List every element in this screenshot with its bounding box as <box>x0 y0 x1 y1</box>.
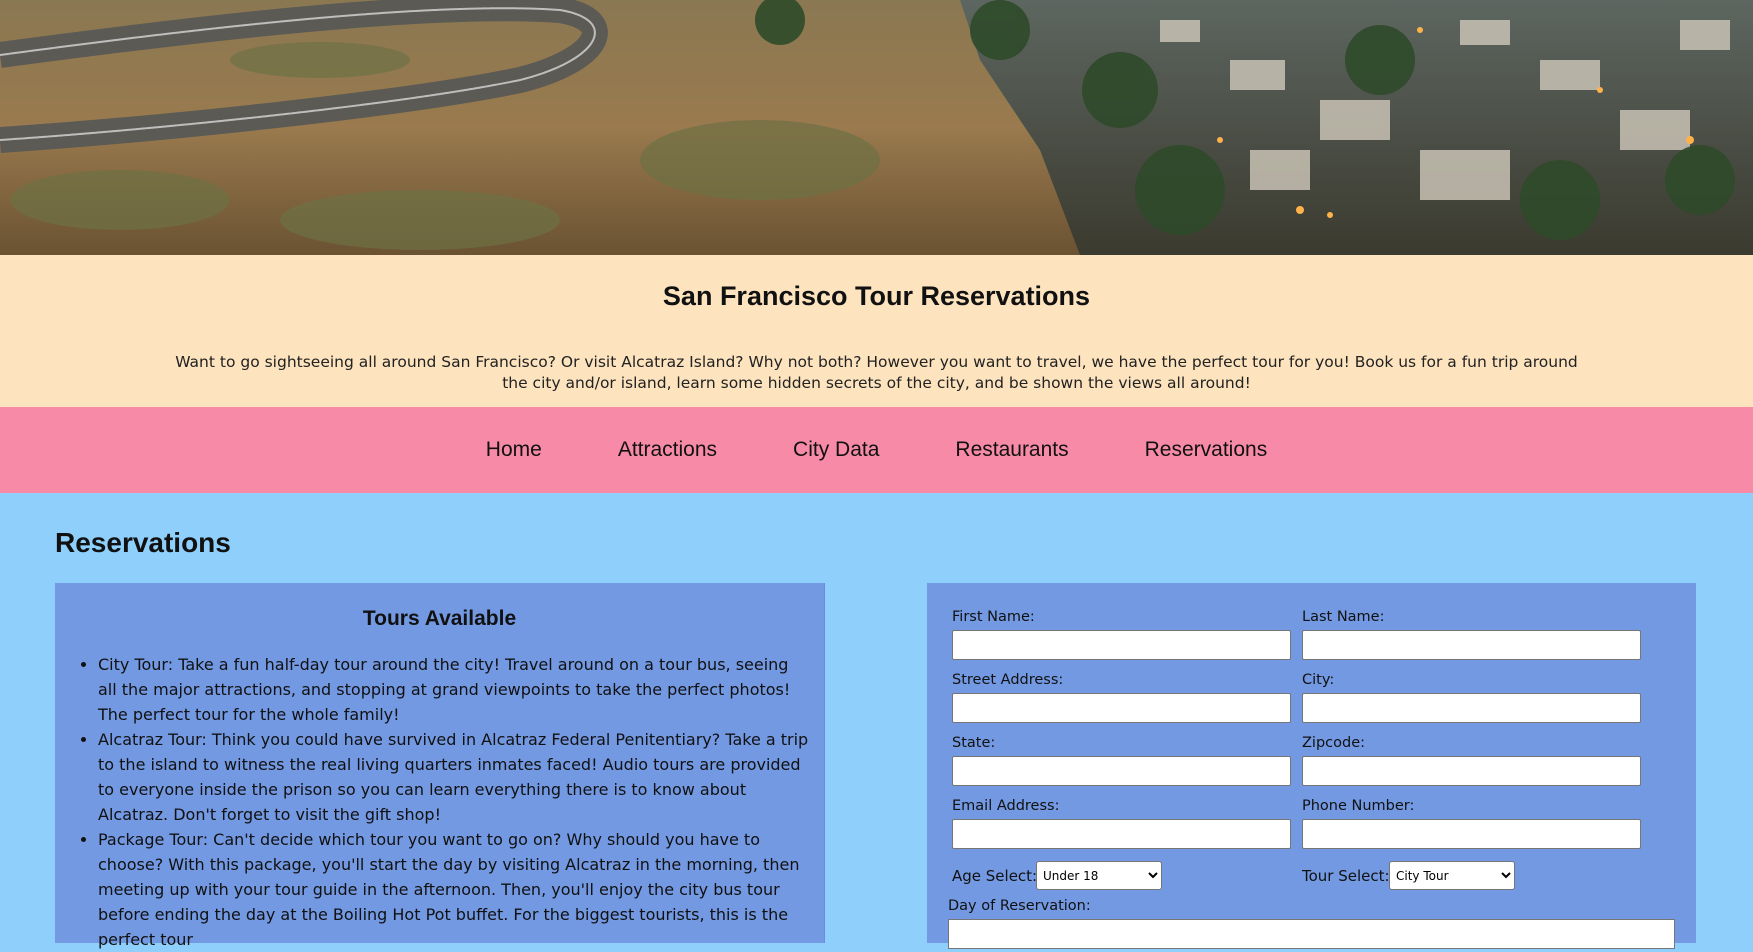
site-intro: Want to go sightseeing all around San Fr… <box>175 352 1578 392</box>
last-name-input[interactable] <box>1302 630 1641 660</box>
nav-reservations[interactable]: Reservations <box>1107 438 1306 462</box>
street-address-input[interactable] <box>952 693 1291 723</box>
tour-item-city: City Tour: Take a fun half-day tour arou… <box>98 652 812 727</box>
phone-label: Phone Number: <box>1302 798 1415 814</box>
zipcode-input[interactable] <box>1302 756 1641 786</box>
tour-select-label: Tour Select: <box>1302 867 1390 885</box>
first-name-label: First Name: <box>952 609 1035 625</box>
city-input[interactable] <box>1302 693 1641 723</box>
city-label: City: <box>1302 672 1335 688</box>
age-select-label: Age Select: <box>952 867 1038 885</box>
hero-illustration <box>0 0 1753 255</box>
tour-item-package: Package Tour: Can't decide which tour yo… <box>98 827 812 952</box>
site-header: San Francisco Tour Reservations Want to … <box>0 255 1753 407</box>
last-name-label: Last Name: <box>1302 609 1385 625</box>
tours-title: Tours Available <box>362 607 517 630</box>
nav-restaurants[interactable]: Restaurants <box>917 438 1106 462</box>
day-of-reservation-label: Day of Reservation: <box>948 898 1091 914</box>
street-address-label: Street Address: <box>952 672 1064 688</box>
age-select[interactable]: Under 18 <box>1036 861 1162 890</box>
tours-list: City Tour: Take a fun half-day tour arou… <box>98 652 812 952</box>
nav-attractions[interactable]: Attractions <box>580 438 755 462</box>
zipcode-label: Zipcode: <box>1302 735 1366 751</box>
site-title: San Francisco Tour Reservations <box>662 281 1091 311</box>
tour-item-alcatraz: Alcatraz Tour: Think you could have surv… <box>98 727 812 827</box>
email-label: Email Address: <box>952 798 1060 814</box>
nav-city-data[interactable]: City Data <box>755 438 917 462</box>
state-input[interactable] <box>952 756 1291 786</box>
day-of-reservation-input[interactable] <box>948 919 1675 949</box>
page-heading: Reservations <box>55 527 231 558</box>
hero-image <box>0 0 1753 255</box>
main-nav: Home Attractions City Data Restaurants R… <box>0 407 1753 493</box>
tours-panel: Tours Available City Tour: Take a fun ha… <box>55 583 825 949</box>
nav-home[interactable]: Home <box>448 438 580 462</box>
reservation-form: First Name: Last Name: Street Address: C… <box>927 583 1696 949</box>
tour-select[interactable]: City Tour <box>1389 861 1515 890</box>
phone-input[interactable] <box>1302 819 1641 849</box>
state-label: State: <box>952 735 996 751</box>
first-name-input[interactable] <box>952 630 1291 660</box>
email-input[interactable] <box>952 819 1291 849</box>
